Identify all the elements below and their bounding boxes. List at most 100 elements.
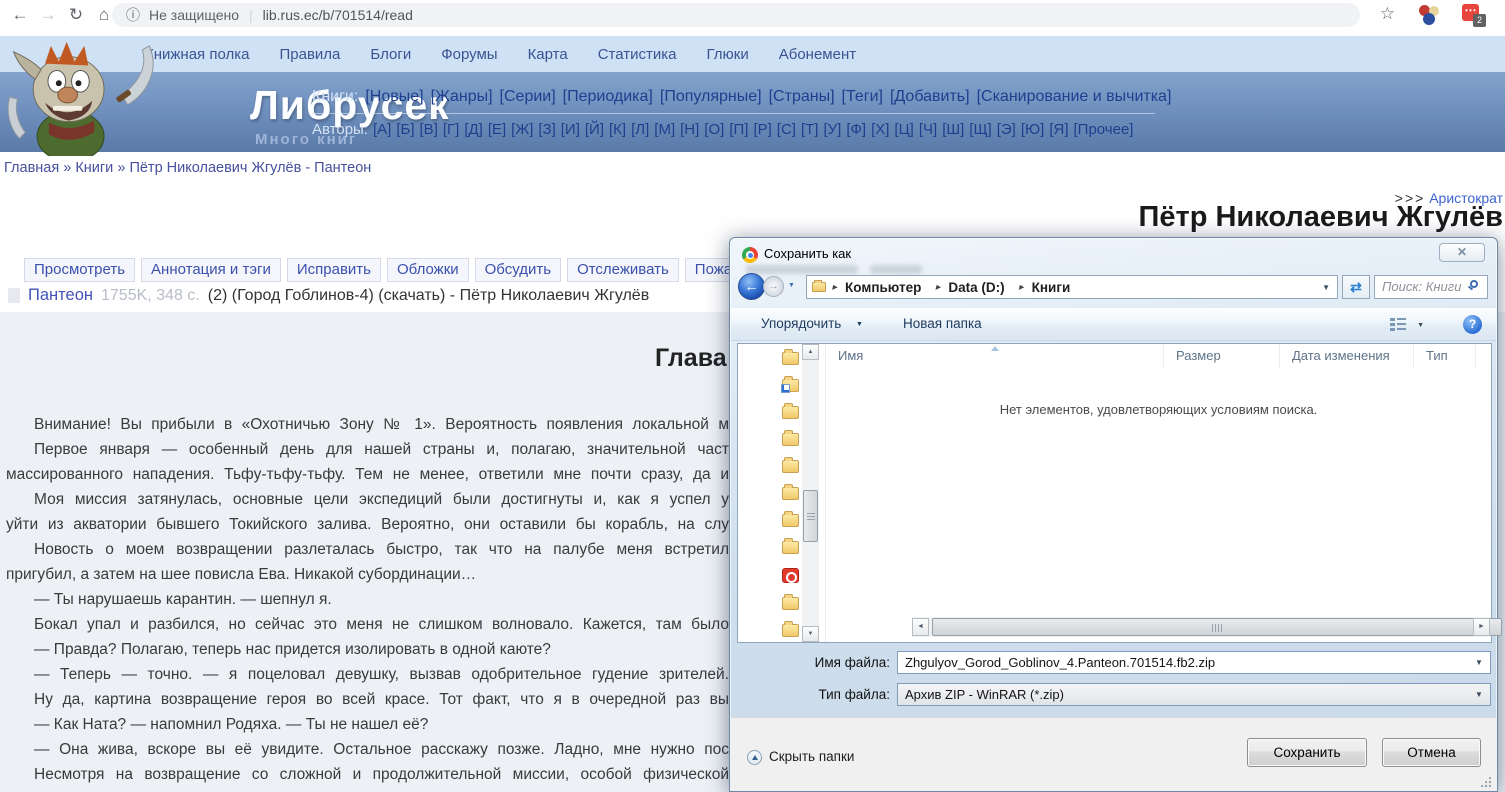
dialog-back-button[interactable]: ← (738, 273, 765, 300)
close-icon[interactable]: ✕ (1439, 243, 1485, 262)
author-letter-link[interactable]: [И] (561, 121, 580, 138)
browser-reload-icon[interactable]: ↻ (64, 3, 88, 27)
organize-menu[interactable]: Упорядочить (761, 316, 841, 331)
sidebar-scrollbar[interactable]: ▲ ▼ (802, 344, 819, 642)
book-tab[interactable]: Обсудить (475, 258, 561, 282)
author-letter-link[interactable]: [Ц] (894, 121, 913, 138)
sidebar-folder-icon[interactable] (782, 406, 799, 419)
path-segment[interactable]: ▸Книги (1013, 276, 1079, 298)
author-letter-link[interactable]: [Л] (631, 121, 649, 138)
organize-dropdown-icon[interactable]: ▼ (856, 321, 863, 328)
site-menu-link[interactable]: Абонемент (779, 46, 856, 63)
goblin-mascot[interactable] (0, 38, 210, 156)
sidebar-folder-icon[interactable] (782, 379, 799, 392)
author-letter-link[interactable]: [Е] (488, 121, 506, 138)
refresh-icon[interactable]: ⇄ (1342, 275, 1370, 299)
site-menu-link[interactable]: Карта (528, 46, 568, 63)
author-letter-link[interactable]: [П] (729, 121, 748, 138)
sidebar-folder-icon[interactable] (782, 624, 799, 637)
author-letter-link[interactable]: [К] (609, 121, 626, 138)
book-title-link[interactable]: Пантеон (28, 286, 93, 305)
books-nav-link[interactable]: [Новые] (365, 88, 423, 106)
hide-folders-icon[interactable] (747, 750, 762, 765)
book-tab[interactable]: Обложки (387, 258, 469, 282)
site-menu-link[interactable]: Форумы (441, 46, 497, 63)
book-tab[interactable]: Отслеживать (567, 258, 679, 282)
filename-input[interactable]: Zhgulyov_Gorod_Goblinov_4.Panteon.701514… (897, 651, 1491, 674)
books-nav-link[interactable]: [Жанры] (431, 88, 493, 106)
cancel-button[interactable]: Отмена (1382, 738, 1481, 767)
filename-dropdown-icon[interactable]: ▼ (1475, 658, 1483, 667)
browser-back-icon[interactable]: ← (8, 3, 32, 27)
author-letter-link[interactable]: [Б] (396, 121, 414, 138)
horizontal-scrollbar[interactable]: ◄ ► (912, 617, 1490, 637)
scroll-right-icon[interactable]: ► (1473, 618, 1490, 636)
book-tab[interactable]: Исправить (287, 258, 381, 282)
author-letter-link[interactable]: [Я] (1049, 121, 1068, 138)
author-letter-link[interactable]: [О] (704, 121, 724, 138)
author-letter-link[interactable]: [М] (654, 121, 675, 138)
books-nav-link[interactable]: [Теги] (842, 88, 883, 106)
column-header[interactable]: Дата изменения (1280, 344, 1414, 368)
author-letter-link[interactable]: [С] (777, 121, 796, 138)
path-segment[interactable]: ▸Компьютер (826, 276, 929, 298)
dialog-forward-button[interactable]: → (763, 276, 784, 297)
hide-folders-button[interactable]: Скрыть папки (769, 749, 854, 764)
breadcrumb-books-link[interactable]: Книги (75, 160, 113, 176)
author-letter-link[interactable]: [Ю] (1021, 121, 1045, 138)
sidebar-folder-icon[interactable] (782, 487, 799, 500)
path-dropdown-icon[interactable]: ▼ (1322, 283, 1337, 292)
save-button[interactable]: Сохранить (1247, 738, 1367, 767)
column-header[interactable]: Размер (1164, 344, 1280, 368)
author-letter-link[interactable]: [Г] (443, 121, 459, 138)
path-segment[interactable]: ▸Data (D:) (929, 276, 1012, 298)
site-menu-link[interactable]: Глюки (706, 46, 748, 63)
filetype-dropdown-icon[interactable]: ▼ (1475, 690, 1483, 699)
scroll-down-icon[interactable]: ▼ (802, 626, 819, 642)
books-nav-link[interactable]: [Страны] (769, 88, 835, 106)
new-folder-button[interactable]: Новая папка (903, 316, 982, 331)
sidebar-folder-icon[interactable] (782, 460, 799, 473)
list-view-icon[interactable] (1390, 318, 1406, 331)
scroll-up-icon[interactable]: ▲ (802, 344, 819, 360)
author-letter-link[interactable]: [Р] (753, 121, 771, 138)
books-nav-link[interactable]: [Периодика] (563, 88, 653, 106)
author-letter-link[interactable]: [Ч] (919, 121, 937, 138)
author-letter-link[interactable]: [Ш] (942, 121, 964, 138)
author-letter-link[interactable]: [Т] (801, 121, 819, 138)
help-icon[interactable]: ? (1463, 315, 1482, 334)
book-tab[interactable]: Аннотация и тэги (141, 258, 281, 282)
breadcrumb-home-link[interactable]: Главная (4, 160, 59, 176)
site-menu-link[interactable]: Правила (279, 46, 340, 63)
author-letter-link[interactable]: [Ф] (846, 121, 866, 138)
sidebar-folder-icon[interactable] (782, 541, 799, 554)
browser-forward-icon[interactable]: → (36, 3, 60, 27)
sidebar-folder-icon[interactable] (782, 514, 799, 527)
author-letter-link[interactable]: [Й] (585, 121, 604, 138)
author-letter-link[interactable]: [Щ] (969, 121, 991, 138)
sidebar-folder-icon[interactable] (782, 568, 799, 583)
author-letter-link[interactable]: [У] (823, 121, 841, 138)
url-text[interactable]: lib.rus.ec/b/701514/read (263, 7, 413, 23)
info-icon[interactable]: ⓘ (126, 5, 140, 25)
site-menu-link[interactable]: Блоги (370, 46, 411, 63)
sidebar-folder-icon[interactable] (782, 433, 799, 446)
author-letter-link[interactable]: [Н] (680, 121, 699, 138)
author-letter-link[interactable]: [Ж] (511, 121, 533, 138)
author-letter-link[interactable]: [А] (373, 121, 391, 138)
sidebar-folder-icon[interactable] (782, 352, 799, 365)
folder-path-bar[interactable]: ▸Компьютер▸Data (D:)▸Книги ▼ (806, 275, 1338, 299)
extension-spheres-icon[interactable] (1419, 5, 1439, 25)
books-nav-link[interactable]: [Добавить] (890, 88, 970, 106)
author-letter-link[interactable]: [Э] (997, 121, 1016, 138)
author-letter-link[interactable]: [Д] (464, 121, 483, 138)
books-nav-link[interactable]: [Популярные] (660, 88, 762, 106)
column-header[interactable]: Тип (1414, 344, 1476, 368)
author-letter-link[interactable]: [Прочее] (1074, 121, 1134, 138)
scrollbar-thumb[interactable] (803, 490, 818, 542)
bookmark-star-icon[interactable]: ☆ (1380, 4, 1395, 24)
scroll-left-icon[interactable]: ◄ (912, 618, 929, 636)
books-nav-link[interactable]: [Серии] (500, 88, 556, 106)
search-icon[interactable] (1470, 280, 1478, 288)
books-nav-link[interactable]: [Сканирование и вычитка] (977, 88, 1172, 106)
